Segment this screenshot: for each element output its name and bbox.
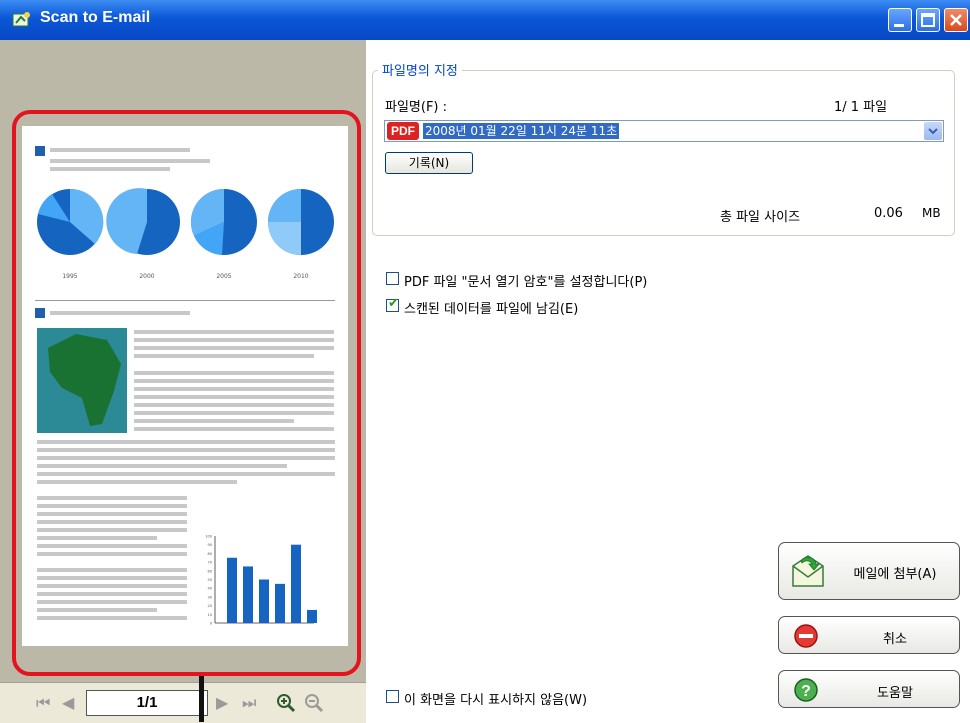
- keep-scanned-data-label: 스캔된 데이터를 파일에 남김(E): [404, 302, 579, 317]
- help-icon: ?: [794, 678, 818, 702]
- scan-app-icon: [12, 12, 30, 27]
- next-page-icon[interactable]: ▶: [216, 693, 228, 713]
- first-page-icon[interactable]: ⏮: [36, 693, 50, 713]
- minimize-button[interactable]: [888, 8, 912, 32]
- email-attach-icon: [792, 555, 824, 587]
- help-button-label: 도움말: [877, 686, 913, 701]
- preview-highlight-frame: [12, 110, 361, 676]
- page-number-field[interactable]: 1/1: [86, 690, 208, 716]
- cancel-button[interactable]: 취소: [778, 616, 960, 654]
- previous-page-icon[interactable]: ◀: [62, 693, 74, 713]
- dont-show-again-checkbox[interactable]: [386, 690, 399, 703]
- close-button[interactable]: [944, 8, 968, 32]
- filename-label: 파일명(F) :: [385, 100, 448, 115]
- total-size-unit: MB: [922, 206, 941, 220]
- attach-button-label: 메일에 첨부(A): [853, 567, 937, 582]
- dropdown-arrow-button[interactable]: [924, 122, 942, 140]
- close-icon: [950, 14, 962, 26]
- title-bar: Scan to E-mail: [0, 0, 970, 40]
- pdf-icon: PDF: [387, 122, 419, 140]
- dont-show-again-label: 이 화면을 다시 표시하지 않음(W): [404, 693, 588, 708]
- file-count: 1/ 1 파일: [834, 100, 888, 115]
- help-button[interactable]: ? 도움말: [778, 670, 960, 708]
- record-button[interactable]: 기록(N): [385, 152, 473, 174]
- cancel-button-label: 취소: [883, 632, 907, 647]
- total-size-value: 0.06: [874, 206, 903, 221]
- zoom-out-icon[interactable]: [304, 693, 324, 713]
- window-title: Scan to E-mail: [40, 9, 151, 26]
- attach-to-email-button[interactable]: 메일에 첨부(A): [778, 542, 960, 600]
- filename-group-legend: 파일명의 지정: [378, 60, 462, 79]
- preview-navigation-bar: ⏮ ◀ 1/1 ▶ ⏭: [0, 682, 366, 723]
- svg-text:?: ?: [801, 683, 811, 700]
- zoom-in-icon[interactable]: [276, 693, 296, 713]
- last-page-icon[interactable]: ⏭: [242, 693, 256, 713]
- pdf-password-label: PDF 파일 "문서 열기 암호"를 설정합니다(P): [404, 275, 648, 290]
- chevron-down-icon: [928, 128, 938, 135]
- highlight-pointer-bar: [199, 676, 204, 722]
- filename-value: 2008년 01월 22일 11시 24분 11초: [423, 123, 620, 139]
- keep-scanned-data-checkbox[interactable]: ✔: [386, 296, 399, 312]
- filename-dropdown[interactable]: PDF 2008년 01월 22일 11시 24분 11초: [384, 120, 944, 142]
- pdf-password-checkbox[interactable]: [386, 272, 399, 285]
- total-size-label: 총 파일 사이즈: [720, 210, 801, 225]
- cancel-icon: [794, 624, 818, 648]
- checkmark-icon: ✔: [388, 296, 399, 311]
- maximize-button[interactable]: [916, 8, 940, 32]
- scan-to-email-window: Scan to E-mail 1995 2000 2005 2010 100 9…: [0, 0, 970, 723]
